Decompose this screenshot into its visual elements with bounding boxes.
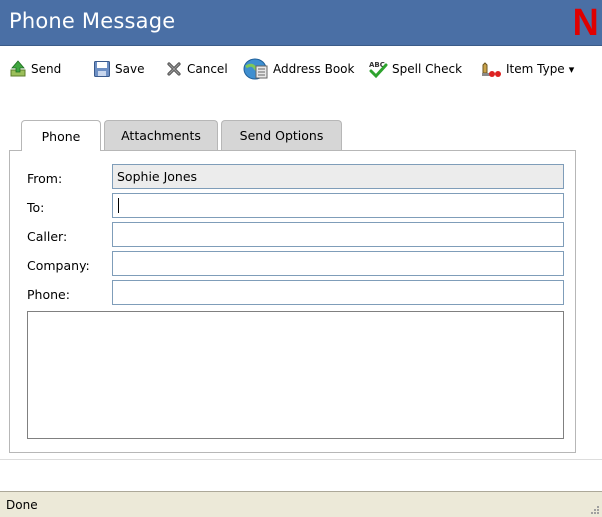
- company-field[interactable]: [112, 251, 564, 276]
- phone-field[interactable]: [112, 280, 564, 305]
- phone-form-panel: From: Sophie Jones To: Caller: Company: …: [9, 150, 576, 453]
- text-cursor: [118, 198, 119, 213]
- from-label: From:: [27, 171, 63, 186]
- address-book-icon: [243, 57, 269, 81]
- caller-label: Caller:: [27, 229, 68, 244]
- message-body-textarea[interactable]: [27, 311, 564, 439]
- to-label: To:: [27, 200, 45, 215]
- to-field[interactable]: [112, 193, 564, 218]
- item-type-icon: [480, 59, 502, 79]
- tab-send-options[interactable]: Send Options: [221, 120, 342, 150]
- item-type-label: Item Type: [506, 62, 565, 76]
- cancel-icon: [165, 60, 183, 78]
- send-icon: [9, 60, 27, 78]
- address-book-label: Address Book: [273, 62, 355, 76]
- send-button[interactable]: Send: [9, 57, 61, 81]
- toolbar: Send Save Cancel Address Book ABC Spell …: [0, 47, 602, 91]
- phone-label: Phone:: [27, 287, 70, 302]
- send-label: Send: [31, 62, 62, 76]
- save-button[interactable]: Save: [93, 57, 144, 81]
- cancel-button[interactable]: Cancel: [165, 57, 228, 81]
- item-type-button[interactable]: Item Type ▾: [480, 57, 574, 81]
- title-bar: Phone Message N: [0, 0, 602, 46]
- tab-strip: Phone Attachments Send Options: [9, 120, 589, 151]
- cancel-label: Cancel: [187, 62, 228, 76]
- caller-field[interactable]: [112, 222, 564, 247]
- company-label: Company:: [27, 258, 90, 273]
- tab-phone[interactable]: Phone: [21, 120, 101, 151]
- window-title: Phone Message: [9, 9, 176, 33]
- save-icon: [93, 60, 111, 78]
- from-field: Sophie Jones: [112, 164, 564, 189]
- chevron-down-icon: ▾: [568, 62, 575, 76]
- divider: [0, 459, 602, 460]
- novell-logo: N: [572, 2, 599, 44]
- address-book-button[interactable]: Address Book: [243, 57, 354, 81]
- save-label: Save: [115, 62, 145, 76]
- status-text: Done: [6, 498, 38, 512]
- resize-grip-icon[interactable]: [588, 503, 600, 515]
- spell-check-icon: ABC: [368, 59, 388, 79]
- spell-check-label: Spell Check: [392, 62, 463, 76]
- spell-check-button[interactable]: ABC Spell Check: [368, 57, 462, 81]
- tab-attachments[interactable]: Attachments: [104, 120, 218, 150]
- status-bar: Done: [0, 491, 602, 517]
